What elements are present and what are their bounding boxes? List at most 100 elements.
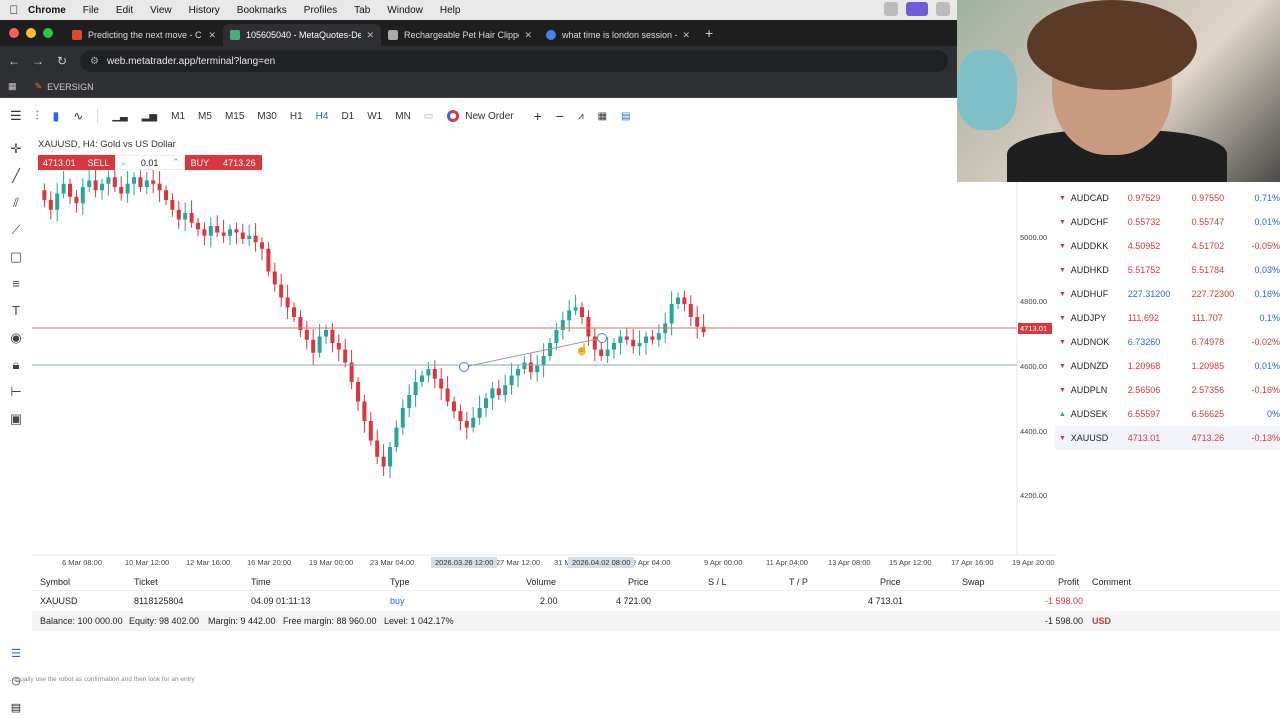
watchlist-row[interactable]: ▼ AUDHKD 5.51752 5.51784 0.03%: [1055, 258, 1280, 282]
watchlist-row[interactable]: ▼ AUDNOK 6.73260 6.74978 -0.02%: [1055, 330, 1280, 354]
watchlist-row[interactable]: ▼ AUDJPY 111.692 111.707 0.1%: [1055, 306, 1280, 330]
col-type[interactable]: Type: [390, 577, 410, 587]
eye-icon[interactable]: ◉: [10, 324, 21, 351]
lot-size-input[interactable]: ⌄ 0.01 ⌃: [114, 155, 185, 170]
status-icon[interactable]: [936, 2, 950, 16]
watchlist-row[interactable]: ▼ XAUUSD 4713.01 4713.26 -0.13%: [1055, 426, 1280, 450]
timeframe-m30[interactable]: M30: [257, 111, 276, 122]
col-volume[interactable]: Volume: [526, 577, 556, 587]
channel-icon[interactable]: ⫽: [13, 189, 19, 216]
journal-icon[interactable]: ▤: [0, 694, 32, 721]
timeframe-w1[interactable]: W1: [367, 111, 382, 122]
menu-history[interactable]: History: [189, 5, 220, 16]
col-profit[interactable]: Profit: [1058, 577, 1079, 587]
zoom-out-icon[interactable]: −: [556, 108, 564, 124]
browser-tab[interactable]: what time is london session - ✕: [539, 24, 697, 46]
col-tp[interactable]: T / P: [789, 577, 808, 587]
menu-window[interactable]: Window: [387, 5, 423, 16]
timeframe-m15[interactable]: M15: [225, 111, 244, 122]
new-order-button[interactable]: New Order: [447, 110, 514, 122]
browser-tab-active[interactable]: 105605040 - MetaQuotes-De ✕: [223, 24, 381, 46]
col-sl[interactable]: S / L: [708, 577, 727, 587]
trash-icon[interactable]: ▣: [10, 405, 22, 432]
timeframe-mn[interactable]: MN: [395, 111, 411, 122]
watchlist-row[interactable]: ▼ AUDDKK 4.50952 4.51702 -0.05%: [1055, 234, 1280, 258]
close-tab-icon[interactable]: ✕: [682, 30, 690, 41]
objects-tree-icon[interactable]: ⊢: [10, 378, 21, 405]
menu-chrome[interactable]: Chrome: [28, 5, 66, 16]
col-ticket[interactable]: Ticket: [134, 577, 158, 587]
chart-bars-icon[interactable]: ⫶: [36, 109, 39, 124]
site-info-icon[interactable]: ⚙: [90, 56, 99, 67]
timeframe-h4[interactable]: H4: [316, 111, 329, 122]
timeframe-h1[interactable]: H1: [290, 111, 303, 122]
menu-tab[interactable]: Tab: [354, 5, 370, 16]
new-tab-icon[interactable]: +: [705, 25, 713, 41]
apple-icon[interactable]: : [0, 3, 28, 17]
list-icon[interactable]: ☰: [0, 640, 32, 667]
watchlist-row[interactable]: ▲ AUDSEK 6.55597 6.56625 0%: [1055, 402, 1280, 426]
menu-profiles[interactable]: Profiles: [304, 5, 337, 16]
timeframe-m5[interactable]: M5: [198, 111, 212, 122]
position-row[interactable]: XAUUSD 8118125804 04.09 01:11:13 buy 2.0…: [32, 591, 1280, 611]
menu-edit[interactable]: Edit: [116, 5, 133, 16]
menu-file[interactable]: File: [83, 5, 99, 16]
hamburger-menu-icon[interactable]: ☰: [10, 108, 22, 124]
calendar-icon[interactable]: ▦: [598, 111, 607, 122]
close-tab-icon[interactable]: ✕: [524, 30, 532, 41]
bookmark-item[interactable]: ✎ EVERSIGN: [35, 81, 94, 92]
screen-record-icon[interactable]: [906, 2, 928, 16]
close-tab-icon[interactable]: ✕: [366, 30, 374, 41]
status-icon[interactable]: [884, 2, 898, 16]
text-icon[interactable]: T: [12, 297, 20, 324]
forward-icon[interactable]: →: [28, 54, 48, 68]
reload-icon[interactable]: ↻: [52, 54, 72, 68]
chevron-down-icon[interactable]: ⌄: [120, 157, 128, 168]
close-window-button[interactable]: [9, 28, 19, 38]
watchlist-row[interactable]: ▼ AUDHUF 227.31200 227.72300 0.16%: [1055, 282, 1280, 306]
browser-tab[interactable]: Predicting the next move - C ✕: [65, 24, 223, 46]
watchlist-row[interactable]: ▼ AUDNZD 1.20968 1.20985 0.01%: [1055, 354, 1280, 378]
lock-icon[interactable]: 🔒︎: [13, 351, 20, 378]
menu-bookmarks[interactable]: Bookmarks: [237, 5, 287, 16]
zoom-window-button[interactable]: [43, 28, 53, 38]
watchlist-row[interactable]: ▼ AUDPLN 2.56506 2.57356 -0.16%: [1055, 378, 1280, 402]
shapes-icon[interactable]: ▢: [10, 243, 22, 270]
crosshair-icon[interactable]: ✛: [11, 135, 22, 162]
col-price[interactable]: Price: [628, 577, 649, 587]
trendline-icon[interactable]: ╱: [12, 162, 20, 189]
menu-view[interactable]: View: [150, 5, 172, 16]
tick-volume-icon[interactable]: ▂▅: [142, 111, 157, 122]
volume-icon[interactable]: ▁▃: [112, 111, 127, 122]
trendline-handle[interactable]: [597, 333, 607, 343]
layout-icon[interactable]: ▤: [621, 111, 630, 122]
back-icon[interactable]: ←: [4, 54, 24, 68]
zoom-in-icon[interactable]: +: [534, 108, 542, 124]
trendline-handle[interactable]: [459, 362, 469, 372]
watchlist-row[interactable]: ▼ AUDCAD 0.97529 0.97550 0.71%: [1055, 186, 1280, 210]
col-time[interactable]: Time: [251, 577, 271, 587]
timeframe-m1[interactable]: M1: [171, 111, 185, 122]
browser-tab[interactable]: Rechargeable Pet Hair Clippe ✕: [381, 24, 539, 46]
watchlist-row[interactable]: ▼ AUDCHF 0.55732 0.55747 0.01%: [1055, 210, 1280, 234]
price-chart[interactable]: ☝ 5000.00 4800.00 4600.00 4400.00 4200.0…: [32, 170, 1055, 570]
minimize-window-button[interactable]: [26, 28, 36, 38]
menu-help[interactable]: Help: [440, 5, 461, 16]
col-comment[interactable]: Comment: [1092, 577, 1131, 587]
candlestick-icon[interactable]: ▮: [53, 109, 60, 123]
polyline-icon[interactable]: ⟋: [11, 216, 20, 243]
url-input[interactable]: ⚙ web.metatrader.app/terminal?lang=en: [80, 50, 948, 72]
close-tab-icon[interactable]: ✕: [208, 30, 216, 41]
buy-button[interactable]: BUY 4713.26: [184, 155, 262, 170]
col-current-price[interactable]: Price: [880, 577, 901, 587]
fibonacci-icon[interactable]: ≡: [12, 270, 20, 297]
col-swap[interactable]: Swap: [962, 577, 985, 587]
indicators-icon[interactable]: ⩘: [578, 111, 584, 122]
chevron-up-icon[interactable]: ⌃: [172, 157, 180, 168]
timeframe-d1[interactable]: D1: [341, 111, 354, 122]
sell-button[interactable]: 4713.01 SELL: [38, 155, 115, 170]
line-chart-icon[interactable]: ∿: [73, 109, 83, 123]
screenshot-icon[interactable]: ▭: [424, 111, 433, 122]
apps-grid-icon[interactable]: ▦: [8, 81, 17, 92]
col-symbol[interactable]: Symbol: [40, 577, 70, 587]
